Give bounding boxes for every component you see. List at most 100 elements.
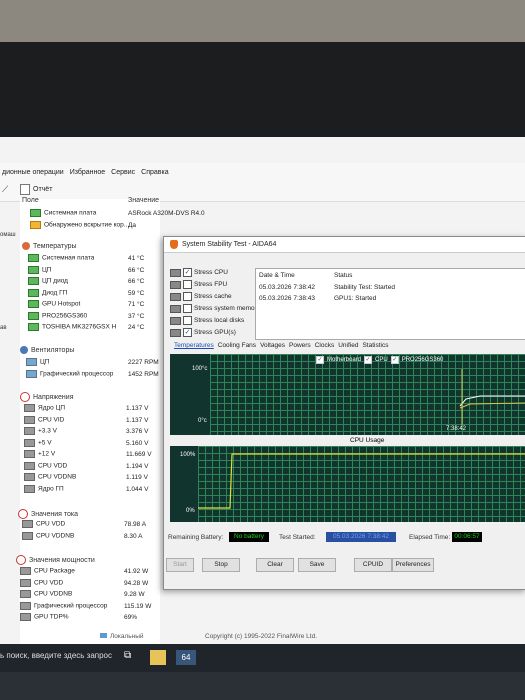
tree-row[interactable]: +12 V — [24, 450, 55, 458]
cpuid-button[interactable]: CPUID — [354, 558, 392, 572]
sensor-icon — [24, 415, 35, 424]
graph-tabs: Temperatures Cooling Fans Voltages Power… — [174, 342, 388, 349]
stress-option[interactable]: Stress FPU — [170, 280, 227, 289]
left-panel-strip: омаш ав — [0, 203, 18, 643]
tree-row[interactable]: CPU VID — [24, 415, 64, 424]
start-button[interactable]: Start — [166, 558, 194, 572]
row-label: +12 V — [38, 450, 56, 458]
tree-row[interactable]: CPU VDD — [24, 461, 67, 470]
clear-button[interactable]: Clear — [256, 558, 294, 572]
tree-row[interactable]: +5 V — [24, 438, 52, 447]
section-label: Значения тока — [31, 510, 79, 518]
tree-row[interactable]: PRO256GS360 — [28, 311, 87, 320]
tree-row[interactable]: CPU VDD — [22, 520, 65, 528]
row-label: Обнаружено вскрытие кор... — [44, 221, 130, 229]
menu-item-operations[interactable]: дионные операции — [2, 169, 64, 176]
tree-row[interactable]: CPU VDDNB — [20, 590, 72, 598]
column-header-value[interactable]: Значение — [128, 197, 159, 204]
status-local-label: Локальный — [110, 633, 144, 640]
tree-row[interactable]: ЦП диод — [28, 277, 68, 285]
stress-option[interactable]: ✓ Stress GPU(s) — [170, 328, 236, 337]
task-view-icon[interactable]: ⧉ — [124, 650, 140, 665]
menu-item-help[interactable]: Справка — [141, 169, 168, 176]
section-voltages[interactable]: Напряжения — [20, 392, 74, 402]
sensor-icon — [22, 531, 33, 540]
tree-row[interactable]: TOSHIBA MK3276GSX H — [28, 323, 116, 331]
tab-statistics[interactable]: Statistics — [362, 342, 388, 349]
window-title-bar[interactable]: System Stability Test - AIDA64 — [164, 237, 525, 253]
menu-item-favorites[interactable]: Избранное — [70, 169, 105, 176]
option-checkbox[interactable] — [183, 292, 192, 301]
stress-option[interactable]: ✓ Stress CPU — [170, 268, 228, 277]
chart-icon[interactable]: ⟋ — [2, 184, 16, 196]
row-label: ЦП — [40, 358, 50, 366]
stress-option[interactable]: Stress system memory — [170, 304, 260, 313]
section-power[interactable]: Значения мощности — [16, 555, 95, 565]
cpu-usage-title: CPU Usage — [350, 437, 385, 444]
log-date: 05.03.2026 7:38:42 — [259, 284, 316, 291]
tab-cooling-fans[interactable]: Cooling Fans — [218, 342, 256, 349]
left-strip-label-2: ав — [0, 325, 7, 331]
row-label: CPU VDDNB — [38, 473, 77, 481]
taskbar-search[interactable]: ь поиск, введите здесь запрос — [0, 651, 112, 660]
preferences-button[interactable]: Preferences — [392, 558, 434, 572]
tree-row[interactable]: ЦП — [26, 358, 49, 366]
section-label: Напряжения — [33, 393, 74, 401]
section-temperatures[interactable]: Температуры — [22, 242, 77, 250]
computer-icon — [100, 633, 107, 638]
stress-option[interactable]: Stress cache — [170, 292, 232, 301]
tab-clocks[interactable]: Clocks — [315, 342, 335, 349]
tree-row[interactable]: Системная плата — [28, 254, 94, 262]
file-explorer-icon[interactable] — [150, 650, 166, 665]
option-checkbox[interactable] — [183, 280, 192, 289]
tree-row[interactable]: Ядро ЦП — [24, 404, 65, 412]
thermometer-icon — [22, 242, 30, 250]
sensor-icon — [28, 254, 39, 262]
row-value: 94.28 W — [124, 579, 149, 587]
row-value: 5.160 V — [126, 439, 149, 447]
sensor-icon — [20, 601, 31, 610]
row-value: ASRock A320M-DVS R4.0 — [128, 210, 205, 217]
tree-row[interactable]: CPU VDD — [20, 578, 63, 587]
tab-unified[interactable]: Unified — [338, 342, 358, 349]
option-checkbox[interactable] — [183, 316, 192, 325]
tab-powers[interactable]: Powers — [289, 342, 311, 349]
menu-item-service[interactable]: Сервис — [111, 169, 135, 176]
option-checkbox[interactable]: ✓ — [183, 328, 192, 337]
row-label: GPU TDP% — [34, 613, 69, 621]
tree-row[interactable]: GPU Hotspot — [28, 300, 80, 308]
row-value: 71 °C — [128, 301, 145, 308]
tab-voltages[interactable]: Voltages — [260, 342, 285, 349]
tree-row-motherboard[interactable]: Системная плата — [30, 209, 96, 217]
row-value: 69% — [124, 614, 138, 621]
tree-row[interactable]: GPU TDP% — [20, 613, 69, 621]
tree-row[interactable]: Ядро ГП — [24, 484, 64, 493]
tree-row-chassis-intrusion[interactable]: Обнаружено вскрытие кор... — [30, 221, 129, 229]
row-value: Да — [128, 222, 137, 229]
sensor-icon — [20, 590, 31, 598]
tree-row[interactable]: Графический процессор — [26, 369, 113, 378]
section-current[interactable]: Значения тока — [18, 509, 78, 519]
row-label: Ядро ГП — [38, 485, 64, 493]
tree-row[interactable]: CPU Package — [20, 567, 75, 575]
tree-row[interactable]: +3.3 V — [24, 427, 57, 435]
left-strip-label: омаш — [0, 232, 16, 238]
tree-row[interactable]: CPU VDDNB — [22, 531, 75, 540]
tree-row[interactable]: CPU VDDNB — [24, 473, 76, 481]
column-header-field[interactable]: Поле — [22, 197, 39, 204]
tree-row[interactable]: Графический процессор — [20, 601, 107, 610]
tree-row[interactable]: Диод ГП — [28, 288, 67, 297]
report-button[interactable]: Отчёт — [20, 184, 52, 195]
log-header-date: Date & Time — [259, 272, 295, 279]
tab-temperatures[interactable]: Temperatures — [174, 342, 214, 349]
option-checkbox[interactable]: ✓ — [183, 268, 192, 277]
row-label: CPU VDDNB — [36, 532, 75, 540]
stress-option[interactable]: Stress local disks — [170, 316, 244, 325]
section-fans[interactable]: Вентиляторы — [20, 346, 74, 354]
option-checkbox[interactable] — [183, 304, 192, 313]
device-icon — [170, 304, 181, 313]
stop-button[interactable]: Stop — [202, 558, 240, 572]
aida64-taskbar-icon[interactable]: 64 — [176, 650, 196, 665]
save-button[interactable]: Save — [298, 558, 336, 572]
tree-row[interactable]: ЦП — [28, 265, 51, 274]
